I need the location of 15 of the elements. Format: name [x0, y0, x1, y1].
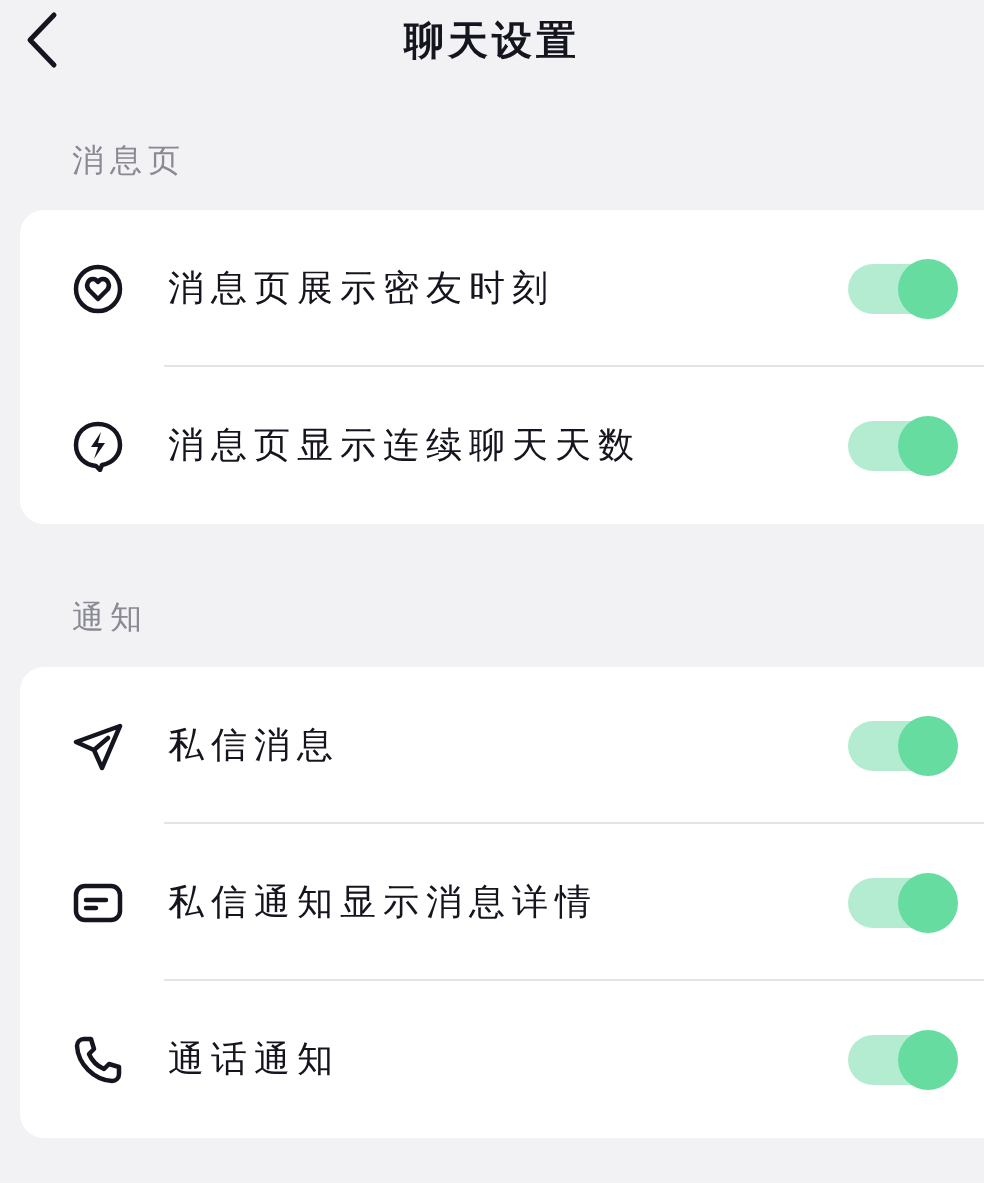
toggle-switch[interactable] — [848, 258, 958, 319]
section-label: 通知 — [71, 597, 149, 638]
toggle-switch[interactable] — [848, 715, 958, 776]
setting-label: 通话通知 — [168, 1037, 341, 1081]
setting-label: 消息页显示连续聊天天数 — [168, 423, 642, 467]
heart-circle-icon — [72, 262, 124, 315]
setting-label: 私信消息 — [168, 723, 341, 767]
toggle-switch[interactable] — [848, 872, 958, 933]
toggle-switch[interactable] — [848, 1029, 958, 1090]
section-label: 消息页 — [71, 140, 187, 181]
chat-bolt-icon — [72, 419, 124, 472]
setting-label: 私信通知显示消息详情 — [168, 880, 599, 924]
page-title: 聊天设置 — [404, 14, 580, 65]
setting-label: 消息页展示密友时刻 — [168, 266, 556, 310]
toggle-switch[interactable] — [848, 415, 958, 476]
